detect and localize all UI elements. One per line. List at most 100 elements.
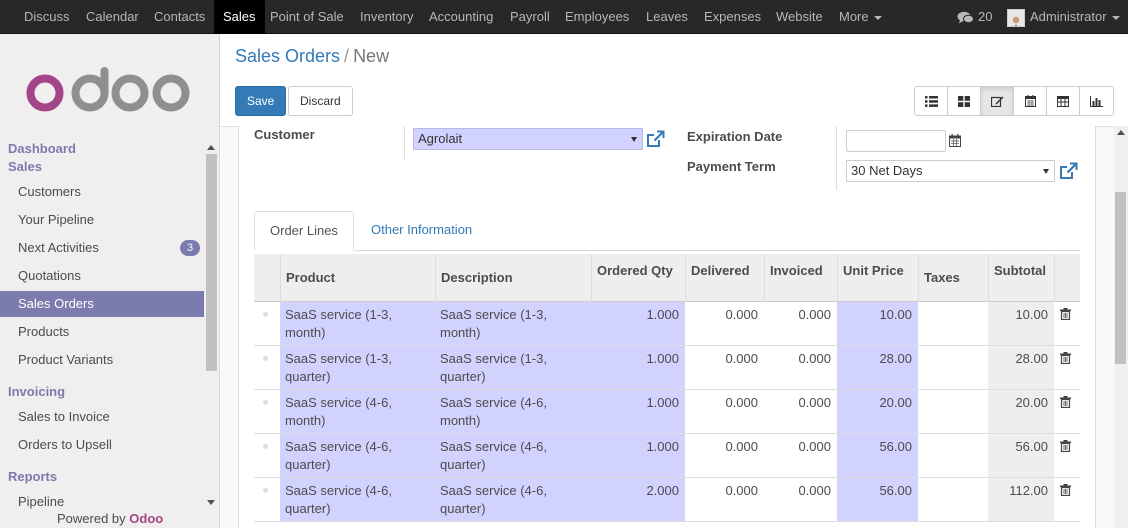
- form-scrollbar-thumb[interactable]: [1115, 192, 1126, 364]
- discard-button[interactable]: Discard: [288, 86, 353, 116]
- cell-unit-price[interactable]: 28.00: [837, 346, 918, 389]
- menu-leaves[interactable]: Leaves: [637, 0, 697, 34]
- drag-handle-icon[interactable]: [263, 356, 268, 361]
- menu-inventory[interactable]: Inventory: [351, 0, 422, 34]
- cell-taxes[interactable]: [918, 302, 988, 345]
- cell-ordered-qty[interactable]: 1.000: [591, 302, 685, 345]
- trash-icon[interactable]: [1060, 440, 1071, 452]
- cell-description[interactable]: SaaS service (4-6, quarter): [435, 478, 591, 521]
- powered-by-brand[interactable]: Odoo: [129, 511, 163, 526]
- table-row[interactable]: SaaS service (4-6, quarter) SaaS service…: [254, 478, 1080, 522]
- cell-description[interactable]: SaaS service (4-6, month): [435, 390, 591, 433]
- user-menu[interactable]: Administrator: [1007, 0, 1120, 34]
- cell-description[interactable]: SaaS service (1-3, month): [435, 302, 591, 345]
- cell-product[interactable]: SaaS service (1-3, month): [280, 302, 435, 345]
- table-row[interactable]: SaaS service (1-3, quarter) SaaS service…: [254, 346, 1080, 390]
- graph-view-button[interactable]: [1080, 87, 1113, 115]
- scroll-up-icon[interactable]: [207, 145, 215, 150]
- payment-term-label: Payment Term: [687, 159, 776, 174]
- cell-unit-price[interactable]: 56.00: [837, 478, 918, 521]
- column-header-description[interactable]: Description: [435, 254, 591, 302]
- payment-term-select[interactable]: 30 Net Days: [846, 160, 1055, 182]
- cell-product[interactable]: SaaS service (1-3, quarter): [280, 346, 435, 389]
- scroll-up-icon[interactable]: [1117, 130, 1125, 135]
- customer-select[interactable]: Agrolait: [413, 128, 643, 150]
- user-name: Administrator: [1030, 9, 1107, 24]
- calendar-view-button[interactable]: [1014, 87, 1047, 115]
- cell-ordered-qty[interactable]: 1.000: [591, 390, 685, 433]
- sidebar-item-quotations[interactable]: Quotations: [0, 263, 204, 289]
- calendar-icon[interactable]: [949, 134, 961, 147]
- column-header-ordered-qty[interactable]: Ordered Qty: [591, 254, 685, 302]
- cell-unit-price[interactable]: 10.00: [837, 302, 918, 345]
- column-header-product[interactable]: Product: [280, 254, 435, 302]
- drag-handle-icon[interactable]: [263, 444, 268, 449]
- drag-handle-icon[interactable]: [263, 488, 268, 493]
- column-header-delivered[interactable]: Delivered: [685, 254, 764, 302]
- pivot-view-button[interactable]: [1047, 87, 1080, 115]
- table-row[interactable]: SaaS service (4-6, quarter) SaaS service…: [254, 434, 1080, 478]
- sidebar-item-sales-orders[interactable]: Sales Orders: [0, 291, 204, 317]
- sidebar-item-customers[interactable]: Customers: [0, 179, 204, 205]
- cell-unit-price[interactable]: 56.00: [837, 434, 918, 477]
- trash-icon[interactable]: [1060, 308, 1071, 320]
- sidebar-item-sales-to-invoice[interactable]: Sales to Invoice: [0, 404, 204, 430]
- form-view-button[interactable]: [981, 87, 1014, 115]
- external-link-icon[interactable]: [646, 130, 665, 149]
- column-header-unit-price[interactable]: Unit Price: [837, 254, 918, 302]
- messages-count: 20: [978, 9, 993, 24]
- trash-icon[interactable]: [1060, 396, 1071, 408]
- cell-ordered-qty[interactable]: 2.000: [591, 478, 685, 521]
- menu-website[interactable]: Website: [767, 0, 832, 34]
- sidebar-item-product-variants[interactable]: Product Variants: [0, 347, 204, 373]
- cell-taxes[interactable]: [918, 478, 988, 521]
- save-button[interactable]: Save: [235, 86, 287, 116]
- list-view-button[interactable]: [915, 87, 948, 115]
- menu-payroll[interactable]: Payroll: [501, 0, 559, 34]
- menu-sales[interactable]: Sales: [214, 0, 265, 34]
- breadcrumb-parent[interactable]: Sales Orders: [235, 46, 340, 66]
- drag-handle-icon[interactable]: [263, 400, 268, 405]
- menu-calendar[interactable]: Calendar: [77, 0, 148, 34]
- external-link-icon[interactable]: [1059, 162, 1078, 181]
- cell-product[interactable]: SaaS service (4-6, month): [280, 390, 435, 433]
- sidebar-item-next-activities[interactable]: Next Activities 3: [0, 235, 204, 261]
- cell-product[interactable]: SaaS service (4-6, quarter): [280, 434, 435, 477]
- menu-discuss[interactable]: Discuss: [15, 0, 79, 34]
- menu-expenses[interactable]: Expenses: [695, 0, 770, 34]
- cell-product[interactable]: SaaS service (4-6, quarter): [280, 478, 435, 521]
- menu-more[interactable]: More: [830, 0, 891, 34]
- tab-order-lines[interactable]: Order Lines: [254, 211, 354, 251]
- column-header-invoiced[interactable]: Invoiced: [764, 254, 837, 302]
- cell-taxes[interactable]: [918, 390, 988, 433]
- drag-handle-icon[interactable]: [263, 312, 268, 317]
- trash-icon[interactable]: [1060, 352, 1071, 364]
- table-row[interactable]: SaaS service (1-3, month) SaaS service (…: [254, 302, 1080, 346]
- menu-contacts[interactable]: Contacts: [145, 0, 214, 34]
- kanban-view-button[interactable]: [948, 87, 981, 115]
- table-row[interactable]: SaaS service (4-6, month) SaaS service (…: [254, 390, 1080, 434]
- menu-accounting[interactable]: Accounting: [420, 0, 502, 34]
- odoo-logo[interactable]: [26, 67, 194, 116]
- cell-description[interactable]: SaaS service (4-6, quarter): [435, 434, 591, 477]
- trash-icon[interactable]: [1060, 484, 1071, 496]
- cell-taxes[interactable]: [918, 434, 988, 477]
- menu-employees[interactable]: Employees: [556, 0, 638, 34]
- scroll-down-icon[interactable]: [207, 500, 215, 505]
- messages-button[interactable]: 20: [957, 0, 992, 34]
- sidebar-item-orders-to-upsell[interactable]: Orders to Upsell: [0, 432, 204, 458]
- column-header-taxes[interactable]: Taxes: [918, 254, 988, 302]
- menu-point-of-sale[interactable]: Point of Sale: [261, 0, 353, 34]
- cell-ordered-qty[interactable]: 1.000: [591, 346, 685, 389]
- cell-ordered-qty[interactable]: 1.000: [591, 434, 685, 477]
- cell-unit-price[interactable]: 20.00: [837, 390, 918, 433]
- cell-taxes[interactable]: [918, 346, 988, 389]
- expiration-date-input[interactable]: [846, 130, 946, 152]
- sidebar-scrollbar-thumb[interactable]: [206, 154, 217, 371]
- sidebar-item-products[interactable]: Products: [0, 319, 204, 345]
- column-header-subtotal[interactable]: Subtotal: [988, 254, 1054, 302]
- sidebar-item-your-pipeline[interactable]: Your Pipeline: [0, 207, 204, 233]
- tab-other-information[interactable]: Other Information: [356, 211, 487, 251]
- sidebar-section-dashboard[interactable]: Dashboard: [8, 141, 76, 156]
- cell-description[interactable]: SaaS service (1-3, quarter): [435, 346, 591, 389]
